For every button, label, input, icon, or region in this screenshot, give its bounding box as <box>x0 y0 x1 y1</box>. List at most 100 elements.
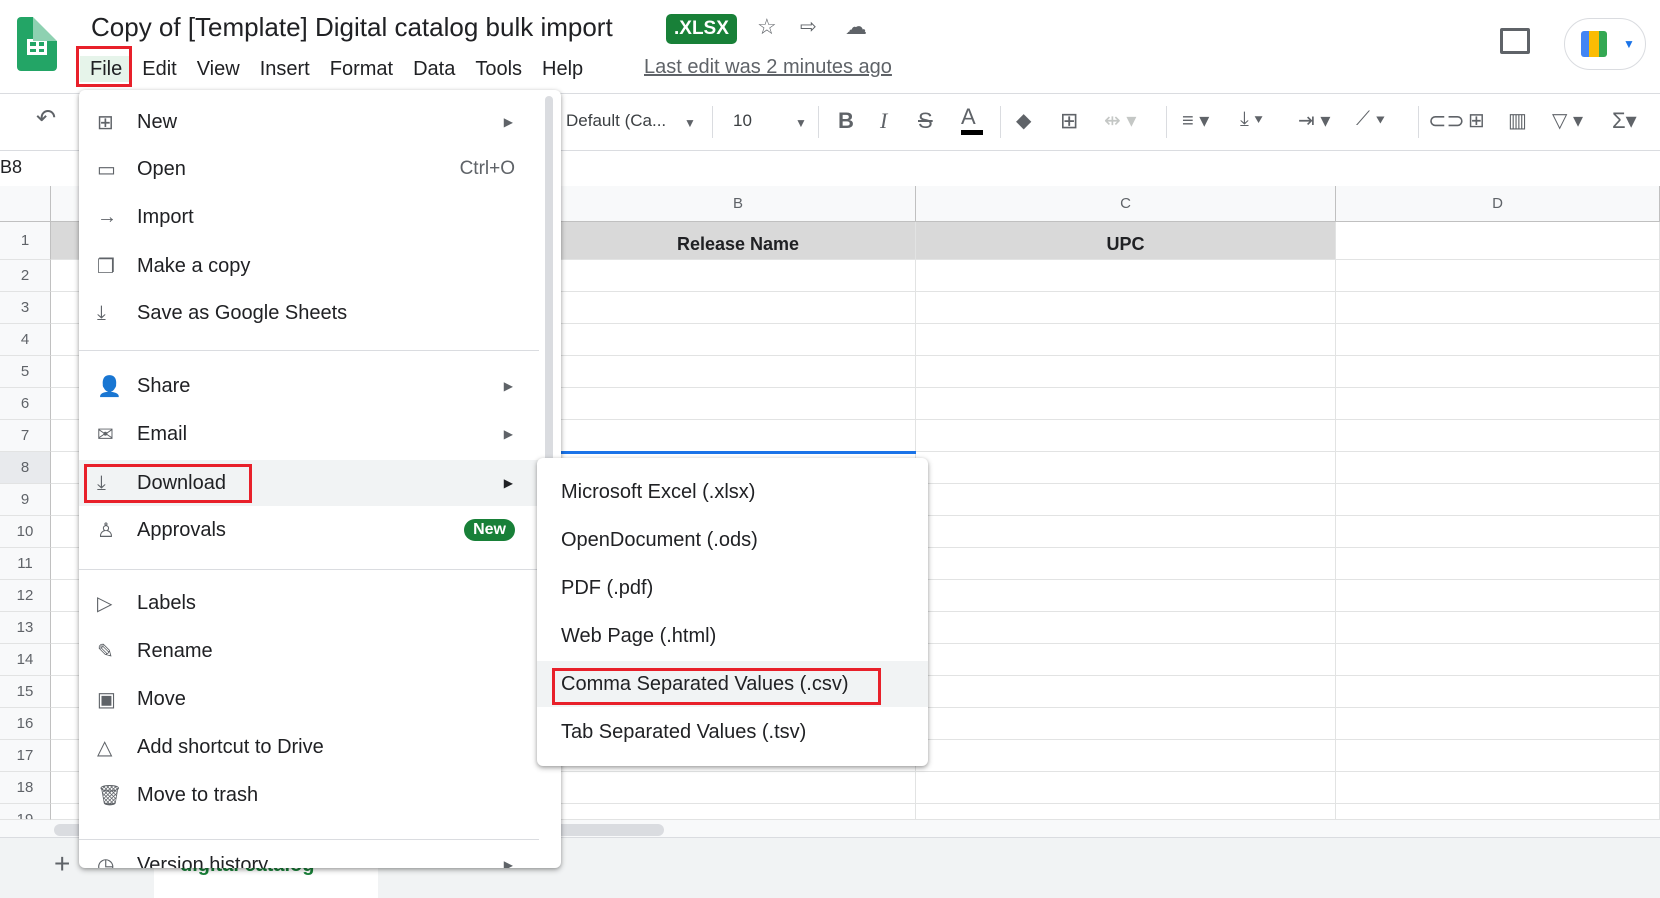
menu-item-open[interactable]: ▭ Open Ctrl+O <box>79 146 561 192</box>
cell[interactable] <box>1336 772 1660 804</box>
last-edit-link[interactable]: Last edit was 2 minutes ago <box>644 56 892 79</box>
italic-icon[interactable]: I <box>880 108 887 134</box>
menu-item-version-history[interactable]: ◷ Version history ▶ <box>79 842 561 869</box>
cell[interactable] <box>561 804 916 820</box>
download-opendocument-ods[interactable]: OpenDocument (.ods) <box>537 517 928 563</box>
cell[interactable] <box>561 356 916 388</box>
cell[interactable] <box>916 708 1336 740</box>
cell[interactable] <box>561 260 916 292</box>
row-header-2[interactable]: 2 <box>0 260 51 292</box>
chevron-down-icon[interactable]: ▼ <box>684 116 696 130</box>
cell[interactable] <box>1336 260 1660 292</box>
cell[interactable] <box>916 644 1336 676</box>
strikethrough-icon[interactable]: S <box>918 108 933 134</box>
menu-item-move[interactable]: ▣ Move <box>79 676 561 722</box>
cell[interactable] <box>916 804 1336 820</box>
row-header-4[interactable]: 4 <box>0 324 51 356</box>
fill-color-icon[interactable]: ◆ <box>1016 108 1031 133</box>
cell-b1[interactable]: Release Name <box>561 222 916 260</box>
cell[interactable] <box>916 388 1336 420</box>
star-icon[interactable]: ☆ <box>757 14 777 40</box>
row-header-13[interactable]: 13 <box>0 612 51 644</box>
move-folder-icon[interactable]: ⇨ <box>800 14 817 39</box>
undo-icon[interactable]: ↶ <box>36 104 56 133</box>
row-header-15[interactable]: 15 <box>0 676 51 708</box>
menu-item-move-to-trash[interactable]: 🗑 Move to trash <box>79 772 561 818</box>
cell[interactable] <box>561 324 916 356</box>
cell[interactable] <box>916 548 1336 580</box>
vertical-align-icon[interactable]: ⤓ ▾ <box>1240 108 1263 131</box>
download-tab-separated-values-tsv[interactable]: Tab Separated Values (.tsv) <box>537 709 928 755</box>
cell[interactable] <box>1336 356 1660 388</box>
select-all-corner[interactable] <box>0 186 51 222</box>
column-header-c[interactable]: C <box>916 186 1336 222</box>
cell[interactable] <box>916 580 1336 612</box>
menu-item-add-shortcut-to-drive[interactable]: △ Add shortcut to Drive <box>79 724 561 770</box>
menu-item-import[interactable]: → Import <box>79 194 561 240</box>
cell[interactable] <box>1336 740 1660 772</box>
row-header-3[interactable]: 3 <box>0 292 51 324</box>
cell[interactable] <box>916 260 1336 292</box>
cell[interactable] <box>561 388 916 420</box>
font-select[interactable]: Default (Ca... <box>566 111 666 131</box>
font-size-select[interactable]: 10 <box>733 111 752 131</box>
cell[interactable] <box>1336 420 1660 452</box>
cell[interactable] <box>1336 708 1660 740</box>
cell[interactable] <box>561 420 916 452</box>
sheets-logo[interactable] <box>17 17 57 71</box>
menu-item-share[interactable]: 👤 Share ▶ <box>79 363 561 409</box>
column-header-d[interactable]: D <box>1336 186 1660 222</box>
text-color-icon[interactable]: A <box>961 104 983 135</box>
comments-icon[interactable] <box>1500 28 1530 54</box>
cell[interactable] <box>1336 548 1660 580</box>
row-header-6[interactable]: 6 <box>0 388 51 420</box>
document-title[interactable]: Copy of [Template] Digital catalog bulk … <box>91 12 613 43</box>
row-header-10[interactable]: 10 <box>0 516 51 548</box>
cell[interactable] <box>916 420 1336 452</box>
download-pdf-pdf[interactable]: PDF (.pdf) <box>537 565 928 611</box>
menu-format[interactable]: Format <box>320 56 403 82</box>
menu-item-save-as-google-sheets[interactable]: ⤓ Save as Google Sheets <box>79 290 561 336</box>
text-wrap-icon[interactable]: ⇥ ▾ <box>1298 108 1330 133</box>
row-header-16[interactable]: 16 <box>0 708 51 740</box>
cell[interactable] <box>1336 292 1660 324</box>
cell[interactable] <box>1336 452 1660 484</box>
cell[interactable] <box>1336 612 1660 644</box>
cell[interactable] <box>916 612 1336 644</box>
menu-item-rename[interactable]: ✎ Rename <box>79 628 561 674</box>
cell[interactable] <box>916 452 1336 484</box>
row-header-18[interactable]: 18 <box>0 772 51 804</box>
menu-tools[interactable]: Tools <box>465 56 532 82</box>
cell[interactable] <box>916 740 1336 772</box>
cell[interactable] <box>916 356 1336 388</box>
cell[interactable] <box>1336 804 1660 820</box>
menu-item-make-a-copy[interactable]: ❐ Make a copy <box>79 243 561 289</box>
cell[interactable] <box>916 484 1336 516</box>
row-header-1[interactable]: 1 <box>0 222 51 260</box>
download-web-page-html[interactable]: Web Page (.html) <box>537 613 928 659</box>
menu-item-approvals[interactable]: ♙ Approvals New <box>79 507 561 553</box>
menu-view[interactable]: View <box>187 56 250 82</box>
merge-cells-icon[interactable]: ⇹ ▾ <box>1104 108 1136 133</box>
comment-add-icon[interactable]: ⊞ <box>1468 108 1485 133</box>
bold-icon[interactable]: B <box>838 108 854 134</box>
cell[interactable] <box>916 772 1336 804</box>
name-box[interactable]: B8 <box>0 157 22 178</box>
row-header-9[interactable]: 9 <box>0 484 51 516</box>
cell[interactable] <box>1336 644 1660 676</box>
cell[interactable] <box>916 324 1336 356</box>
text-rotate-icon[interactable]: ⟋ ▾ <box>1356 108 1385 131</box>
row-header-7[interactable]: 7 <box>0 420 51 452</box>
cell[interactable] <box>1336 324 1660 356</box>
menu-item-new[interactable]: ⊞ New ▶ <box>79 99 561 145</box>
row-header-17[interactable]: 17 <box>0 740 51 772</box>
menu-item-email[interactable]: ✉ Email ▶ <box>79 411 561 457</box>
row-header-5[interactable]: 5 <box>0 356 51 388</box>
cell[interactable] <box>561 292 916 324</box>
menu-insert[interactable]: Insert <box>250 56 320 82</box>
cell[interactable] <box>1336 484 1660 516</box>
borders-icon[interactable]: ⊞ <box>1060 108 1078 134</box>
cell[interactable] <box>916 516 1336 548</box>
column-header-b[interactable]: B <box>561 186 916 222</box>
row-header-11[interactable]: 11 <box>0 548 51 580</box>
